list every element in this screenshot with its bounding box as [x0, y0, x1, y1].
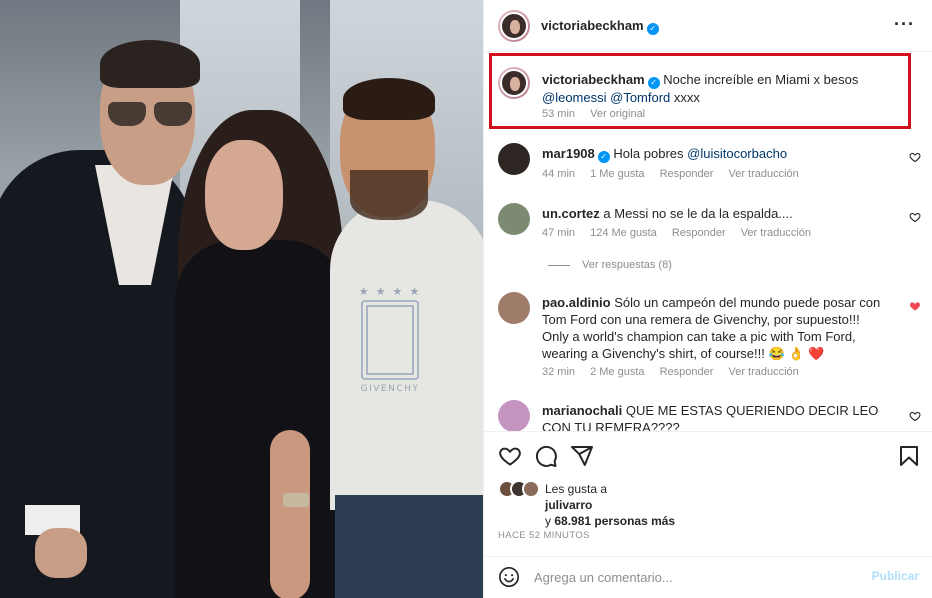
translate-button[interactable]: Ver traducción [728, 168, 798, 180]
see-original-link[interactable]: Ver original [590, 108, 645, 120]
shirt-emblem [361, 300, 419, 380]
heart-filled-icon[interactable] [909, 300, 921, 312]
comment-text: un.cortez a Messi no se le da la espalda… [542, 205, 903, 222]
comment-item: pao.aldinio Sólo un campeón del mundo pu… [484, 290, 932, 382]
person-dress [175, 240, 345, 598]
comment-avatar[interactable] [498, 400, 530, 431]
shirt-stars: ★ ★ ★ ★ [358, 286, 422, 298]
caption-trailing: xxxx [673, 90, 700, 105]
mention-link[interactable]: @Tomford [610, 90, 670, 105]
verified-badge-icon: ✓ [646, 23, 659, 35]
author-avatar[interactable] [498, 10, 530, 42]
comment-time: 32 min [542, 366, 576, 378]
wristwatch [283, 493, 309, 507]
post-timestamp[interactable]: HACE 52 MINUTOS [498, 530, 590, 541]
person-jeans [335, 495, 483, 598]
caption-body: Noche increíble en Miami x besos [663, 72, 859, 87]
likes-count[interactable]: 68.981 [554, 514, 591, 528]
verified-badge-icon: ✓ [597, 151, 610, 163]
caption-avatar[interactable] [498, 67, 530, 99]
person-beard [350, 170, 428, 220]
comment-meta: 32 min 2 Me gusta Responder Ver traducci… [542, 366, 811, 378]
view-replies-label: Ver respuestas (8) [582, 259, 672, 271]
author-name-row: victoriabeckham ✓ [541, 18, 659, 35]
comment-username[interactable]: marianochali [542, 403, 622, 418]
comment-avatar[interactable] [498, 203, 530, 235]
likes-first-user-row: julivarro [545, 498, 592, 512]
comment-text: pao.aldinio Sólo un campeón del mundo pu… [542, 294, 883, 362]
caption: victoriabeckham ✓ Noche increíble en Miam… [484, 53, 932, 131]
comment-input[interactable] [534, 565, 854, 589]
comment-likes[interactable]: 2 Me gusta [590, 366, 644, 378]
author-username[interactable]: victoriabeckham [541, 18, 644, 33]
person-hair [343, 78, 435, 120]
caption-text: victoriabeckham ✓ Noche increíble en Miam… [542, 71, 903, 106]
add-comment-bar: Publicar [484, 556, 932, 598]
post-actions: Les gusta a julivarro y 68.981 personas … [484, 431, 932, 541]
replies-divider [548, 264, 570, 266]
bookmark-icon[interactable] [897, 444, 921, 468]
likes-first-user[interactable]: julivarro [545, 498, 592, 512]
person-hand [35, 528, 87, 578]
caption-meta: 53 min Ver original [542, 108, 657, 120]
shirt-logo: ★ ★ ★ ★ GIVENCHY [355, 285, 425, 394]
mention-link[interactable]: @leomessi [542, 90, 607, 105]
comment-avatar[interactable] [498, 143, 530, 175]
comment-likes[interactable]: 1 Me gusta [590, 168, 644, 180]
reply-button[interactable]: Responder [660, 168, 714, 180]
heart-outline-icon[interactable] [909, 410, 921, 422]
person-arm [270, 430, 310, 598]
comment-username[interactable]: un.cortez [542, 206, 600, 221]
comment-item: mar1908 ✓ Hola pobres @luisitocorbacho 44… [484, 139, 932, 191]
translate-button[interactable]: Ver traducción [741, 227, 811, 239]
sunglasses [108, 102, 196, 128]
caption-time: 53 min [542, 108, 576, 120]
person-hair [100, 40, 200, 88]
likes-and: y [545, 514, 551, 528]
emoji-icon[interactable] [498, 566, 520, 588]
comment-item: marianochali QUE ME ESTAS QUERIENDO DECI… [484, 398, 932, 431]
comment-text: mar1908 ✓ Hola pobres @luisitocorbacho [542, 145, 903, 163]
comment-avatar[interactable] [498, 292, 530, 324]
shirt-brand: GIVENCHY [360, 384, 420, 394]
likes-suffix[interactable]: personas más [594, 514, 675, 528]
comment-likes[interactable]: 124 Me gusta [590, 227, 657, 239]
post-header: victoriabeckham ✓ ··· [484, 0, 932, 52]
comment-bubble-icon[interactable] [534, 444, 558, 468]
comment-item: un.cortez a Messi no se le da la espalda… [484, 199, 932, 251]
mention-link[interactable]: @luisitocorbacho [687, 146, 787, 161]
reply-button[interactable]: Responder [672, 227, 726, 239]
more-options-icon[interactable]: ··· [894, 14, 915, 35]
likers-avatars[interactable] [498, 480, 542, 500]
post-side-panel: victoriabeckham ✓ ··· victoriabeckham ✓ No… [483, 0, 932, 598]
reply-button[interactable]: Responder [660, 366, 714, 378]
comment-time: 47 min [542, 227, 576, 239]
like-heart-icon[interactable] [498, 444, 522, 468]
person-face [205, 140, 283, 250]
comment-body: Hola pobres [613, 146, 684, 161]
likes-prefix: Les gusta a [545, 482, 608, 496]
comment-username[interactable]: pao.aldinio [542, 295, 611, 310]
comment-body: a Messi no se le da la espalda.... [603, 206, 793, 221]
heart-outline-icon[interactable] [909, 211, 921, 223]
view-replies-button[interactable]: Ver respuestas (8) [548, 259, 672, 271]
publish-button[interactable]: Publicar [872, 569, 919, 583]
post-photo[interactable]: ★ ★ ★ ★ GIVENCHY [0, 0, 483, 598]
comments-list[interactable]: victoriabeckham ✓ Noche increíble en Miam… [484, 53, 932, 431]
caption-username[interactable]: victoriabeckham [542, 72, 645, 87]
heart-outline-icon[interactable] [909, 151, 921, 163]
comment-meta: 44 min 1 Me gusta Responder Ver traducci… [542, 168, 811, 180]
likes-count-row[interactable]: y 68.981 personas más [545, 514, 675, 528]
translate-button[interactable]: Ver traducción [728, 366, 798, 378]
verified-badge-icon: ✓ [647, 77, 660, 89]
likes-summary: Les gusta a [545, 482, 607, 496]
comment-username[interactable]: mar1908 [542, 146, 595, 161]
comment-text: marianochali QUE ME ESTAS QUERIENDO DECI… [542, 402, 903, 431]
share-send-icon[interactable] [570, 444, 594, 468]
comment-meta: 47 min 124 Me gusta Responder Ver traduc… [542, 227, 823, 239]
comment-time: 44 min [542, 168, 576, 180]
